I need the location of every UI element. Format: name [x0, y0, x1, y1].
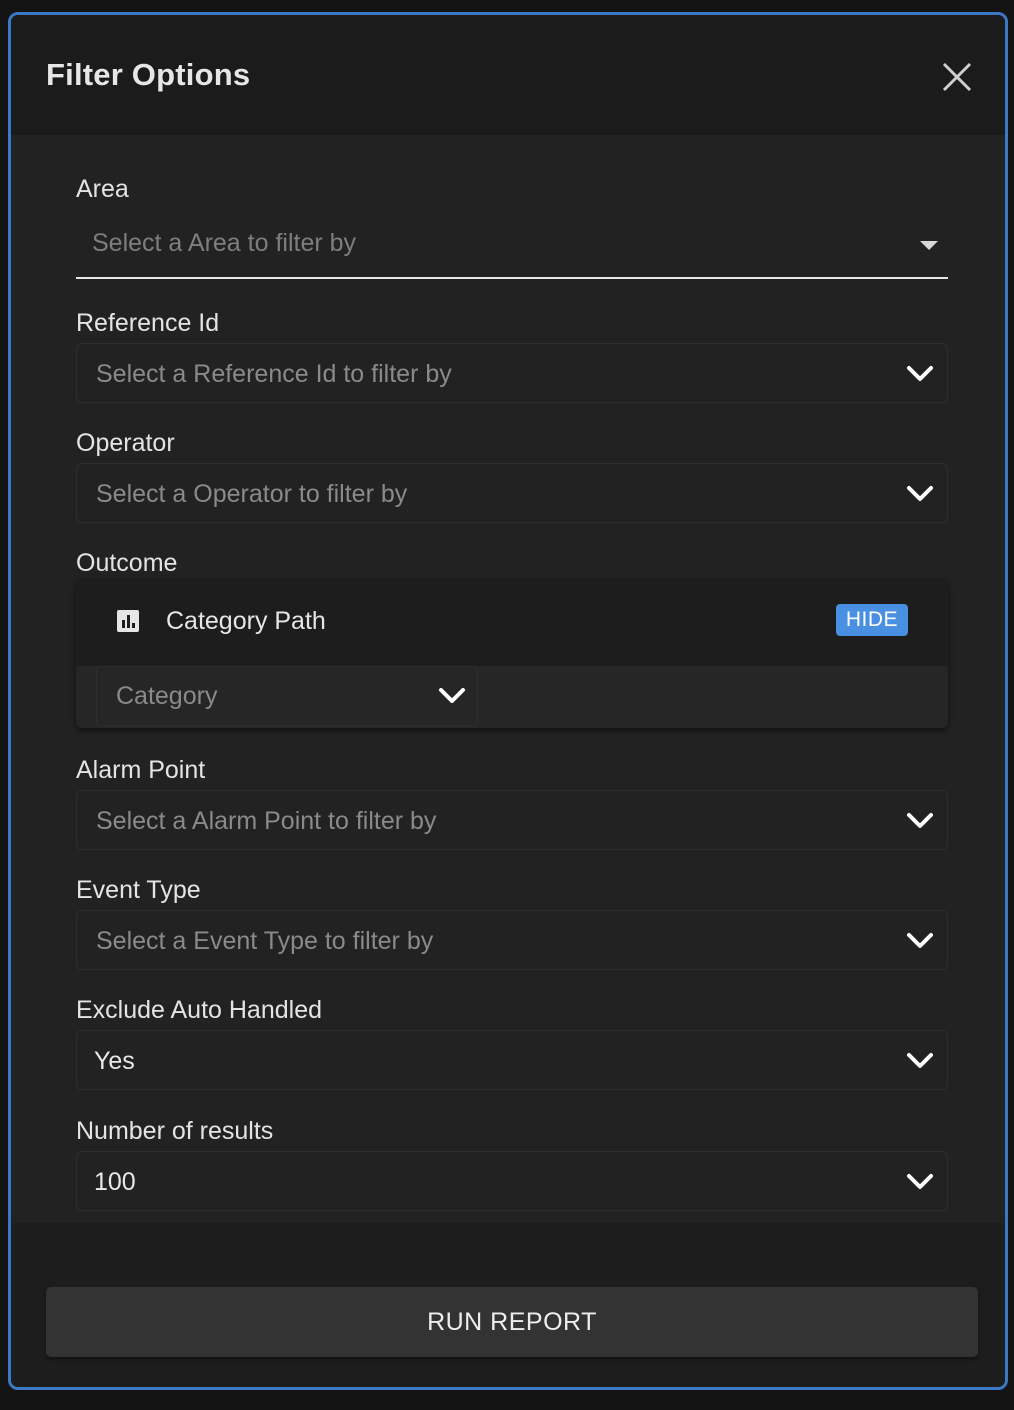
- run-report-button[interactable]: RUN REPORT: [46, 1287, 978, 1357]
- alarm-point-placeholder: Select a Alarm Point to filter by: [96, 807, 437, 835]
- operator-select[interactable]: Select a Operator to filter by: [76, 463, 948, 523]
- alarm-point-select[interactable]: Select a Alarm Point to filter by: [76, 790, 948, 850]
- operator-placeholder: Select a Operator to filter by: [96, 480, 408, 508]
- bar-chart-icon: [117, 610, 139, 632]
- close-icon: [942, 62, 972, 92]
- filter-options-modal: Filter Options Area Select a Area to fil…: [8, 12, 1008, 1390]
- modal-title: Filter Options: [46, 57, 251, 92]
- reference-id-placeholder: Select a Reference Id to filter by: [96, 360, 452, 388]
- category-select[interactable]: Category: [96, 666, 478, 726]
- exclude-auto-handled-label: Exclude Auto Handled: [76, 996, 323, 1024]
- modal-body: Area Select a Area to filter by Referenc…: [11, 135, 1005, 1223]
- chevron-down-icon: [439, 688, 465, 703]
- event-type-placeholder: Select a Event Type to filter by: [96, 927, 434, 955]
- exclude-auto-handled-value: Yes: [94, 1047, 135, 1075]
- number-of-results-select[interactable]: 100: [76, 1151, 948, 1211]
- chevron-down-icon: [907, 486, 933, 501]
- modal-footer: RUN REPORT: [11, 1223, 1005, 1387]
- alarm-point-label: Alarm Point: [76, 756, 206, 784]
- outcome-label: Outcome: [76, 549, 178, 577]
- category-placeholder: Category: [116, 682, 218, 710]
- category-path-title: Category Path: [166, 607, 326, 635]
- event-type-select[interactable]: Select a Event Type to filter by: [76, 910, 948, 970]
- caret-down-icon: [920, 241, 938, 250]
- area-select[interactable]: Select a Area to filter by: [76, 213, 948, 279]
- hide-button[interactable]: HIDE: [835, 604, 908, 636]
- area-placeholder: Select a Area to filter by: [92, 229, 357, 257]
- chevron-down-icon: [907, 1053, 933, 1068]
- chevron-down-icon: [907, 813, 933, 828]
- outcome-panel-header: Category Path HIDE: [76, 578, 948, 666]
- area-label: Area: [76, 175, 129, 203]
- operator-label: Operator: [76, 429, 175, 457]
- number-of-results-label: Number of results: [76, 1117, 274, 1145]
- modal-header: Filter Options: [11, 15, 1005, 135]
- chevron-down-icon: [907, 933, 933, 948]
- chevron-down-icon: [907, 366, 933, 381]
- outcome-panel: Category Path HIDE Category: [76, 578, 948, 728]
- number-of-results-value: 100: [94, 1168, 136, 1196]
- reference-id-label: Reference Id: [76, 309, 220, 337]
- exclude-auto-handled-select[interactable]: Yes: [76, 1030, 948, 1090]
- close-button[interactable]: [937, 57, 977, 97]
- event-type-label: Event Type: [76, 876, 201, 904]
- chevron-down-icon: [907, 1174, 933, 1189]
- reference-id-select[interactable]: Select a Reference Id to filter by: [76, 343, 948, 403]
